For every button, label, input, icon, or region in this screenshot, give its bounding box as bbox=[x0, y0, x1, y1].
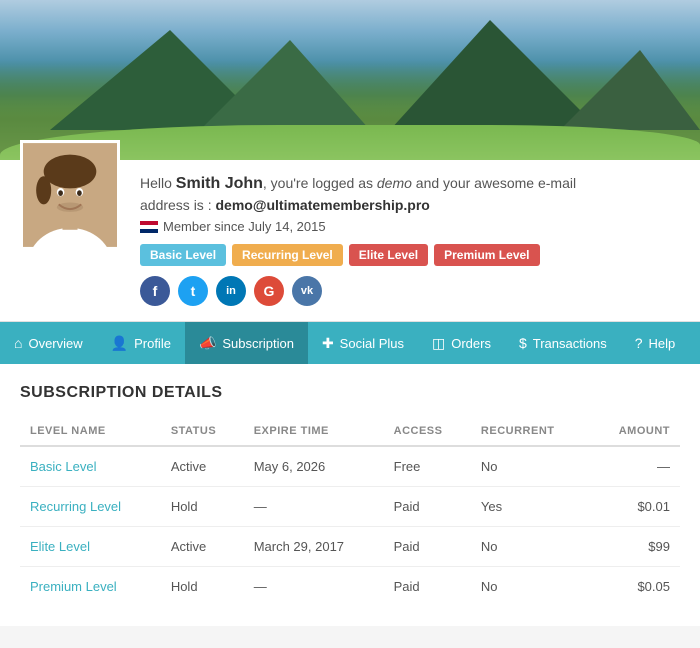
cell-recurrent-0: No bbox=[471, 446, 590, 487]
social-icons: f t in G vk bbox=[140, 276, 680, 306]
cell-access-1: Paid bbox=[384, 487, 471, 527]
nav-transactions[interactable]: $ Transactions bbox=[505, 322, 621, 364]
table-row: Basic Level Active May 6, 2026 Free No — bbox=[20, 446, 680, 487]
badge-elite[interactable]: Elite Level bbox=[349, 244, 428, 266]
nav-help-label: Help bbox=[648, 336, 675, 351]
nav-orders-label: Orders bbox=[451, 336, 491, 351]
dollar-icon: $ bbox=[519, 335, 527, 351]
nav-transactions-label: Transactions bbox=[533, 336, 607, 351]
badge-recurring[interactable]: Recurring Level bbox=[232, 244, 343, 266]
col-level-name: LEVEL NAME bbox=[20, 417, 161, 446]
table-row: Recurring Level Hold — Paid Yes $0.01 bbox=[20, 487, 680, 527]
cell-expire-1: — bbox=[244, 487, 384, 527]
level-link-2[interactable]: Elite Level bbox=[30, 539, 90, 554]
avatar bbox=[20, 140, 120, 250]
nav-subscription[interactable]: 📣 Subscription bbox=[185, 322, 308, 364]
home-icon: ⌂ bbox=[14, 335, 22, 351]
level-link-0[interactable]: Basic Level bbox=[30, 459, 96, 474]
hello-prefix: Hello bbox=[140, 175, 176, 191]
email-line: address is : demo@ultimatemembership.pro bbox=[140, 197, 680, 213]
hero-banner bbox=[0, 0, 700, 160]
nav-social-plus[interactable]: ✚ Social Plus bbox=[308, 322, 418, 364]
cell-level-2: Elite Level bbox=[20, 527, 161, 567]
col-status: STATUS bbox=[161, 417, 244, 446]
subscription-table: LEVEL NAME STATUS EXPIRE TIME ACCESS REC… bbox=[20, 417, 680, 606]
cell-recurrent-2: No bbox=[471, 527, 590, 567]
table-header-row: LEVEL NAME STATUS EXPIRE TIME ACCESS REC… bbox=[20, 417, 680, 446]
cell-amount-2: $99 bbox=[590, 527, 680, 567]
cell-status-0: Active bbox=[161, 446, 244, 487]
cell-access-3: Paid bbox=[384, 567, 471, 607]
profile-section: Hello Smith John, you're logged as demo … bbox=[0, 160, 700, 322]
col-recurrent: RECURRENT bbox=[471, 417, 590, 446]
member-since: Member since July 14, 2015 bbox=[140, 219, 680, 234]
cell-expire-3: — bbox=[244, 567, 384, 607]
profile-icon: 👤 bbox=[111, 335, 128, 352]
member-since-text: Member since July 14, 2015 bbox=[163, 219, 326, 234]
cell-status-1: Hold bbox=[161, 487, 244, 527]
level-link-3[interactable]: Premium Level bbox=[30, 579, 117, 594]
google-icon[interactable]: G bbox=[254, 276, 284, 306]
help-icon: ? bbox=[635, 335, 643, 351]
linkedin-icon[interactable]: in bbox=[216, 276, 246, 306]
user-email: demo@ultimatemembership.pro bbox=[215, 197, 429, 213]
nav-overview-label: Overview bbox=[28, 336, 82, 351]
main-content: SUBSCRIPTION DETAILS LEVEL NAME STATUS E… bbox=[0, 364, 700, 626]
cell-amount-0: — bbox=[590, 446, 680, 487]
vk-icon[interactable]: vk bbox=[292, 276, 322, 306]
cell-recurrent-3: No bbox=[471, 567, 590, 607]
orders-icon: ◫ bbox=[432, 335, 445, 352]
profile-info: Hello Smith John, you're logged as demo … bbox=[140, 170, 680, 306]
section-title: SUBSCRIPTION DETAILS bbox=[20, 384, 680, 402]
nav-subscription-label: Subscription bbox=[222, 336, 294, 351]
nav-orders[interactable]: ◫ Orders bbox=[418, 322, 505, 364]
nav-logout[interactable]: ⏎ bbox=[689, 322, 700, 364]
nav-bar: ⌂ Overview 👤 Profile 📣 Subscription ✚ So… bbox=[0, 322, 700, 364]
nav-social-plus-label: Social Plus bbox=[340, 336, 404, 351]
cell-amount-3: $0.05 bbox=[590, 567, 680, 607]
cell-status-3: Hold bbox=[161, 567, 244, 607]
cell-access-2: Paid bbox=[384, 527, 471, 567]
subscription-icon: 📣 bbox=[199, 335, 216, 352]
badge-premium[interactable]: Premium Level bbox=[434, 244, 539, 266]
cell-level-3: Premium Level bbox=[20, 567, 161, 607]
cell-level-1: Recurring Level bbox=[20, 487, 161, 527]
col-expire: EXPIRE TIME bbox=[244, 417, 384, 446]
email-intro: and your awesome e-mail bbox=[412, 175, 576, 191]
table-row: Elite Level Active March 29, 2017 Paid N… bbox=[20, 527, 680, 567]
level-badges: Basic Level Recurring Level Elite Level … bbox=[140, 244, 680, 266]
badge-basic[interactable]: Basic Level bbox=[140, 244, 226, 266]
plus-icon: ✚ bbox=[322, 335, 334, 352]
cell-level-0: Basic Level bbox=[20, 446, 161, 487]
username: demo bbox=[377, 175, 412, 191]
cell-recurrent-1: Yes bbox=[471, 487, 590, 527]
logged-as-text: , you're logged as bbox=[263, 175, 377, 191]
nav-profile-label: Profile bbox=[134, 336, 171, 351]
cell-expire-2: March 29, 2017 bbox=[244, 527, 384, 567]
table-row: Premium Level Hold — Paid No $0.05 bbox=[20, 567, 680, 607]
user-name: Smith John bbox=[176, 175, 263, 192]
table-head: LEVEL NAME STATUS EXPIRE TIME ACCESS REC… bbox=[20, 417, 680, 446]
flag-icon bbox=[140, 221, 158, 233]
nav-help[interactable]: ? Help bbox=[621, 322, 690, 364]
cell-expire-0: May 6, 2026 bbox=[244, 446, 384, 487]
facebook-icon[interactable]: f bbox=[140, 276, 170, 306]
nav-profile[interactable]: 👤 Profile bbox=[97, 322, 185, 364]
hello-text: Hello Smith John, you're logged as demo … bbox=[140, 175, 680, 193]
twitter-icon[interactable]: t bbox=[178, 276, 208, 306]
cell-amount-1: $0.01 bbox=[590, 487, 680, 527]
col-access: ACCESS bbox=[384, 417, 471, 446]
level-link-1[interactable]: Recurring Level bbox=[30, 499, 121, 514]
col-amount: AMOUNT bbox=[590, 417, 680, 446]
table-body: Basic Level Active May 6, 2026 Free No —… bbox=[20, 446, 680, 606]
cell-status-2: Active bbox=[161, 527, 244, 567]
nav-overview[interactable]: ⌂ Overview bbox=[0, 322, 97, 364]
cell-access-0: Free bbox=[384, 446, 471, 487]
